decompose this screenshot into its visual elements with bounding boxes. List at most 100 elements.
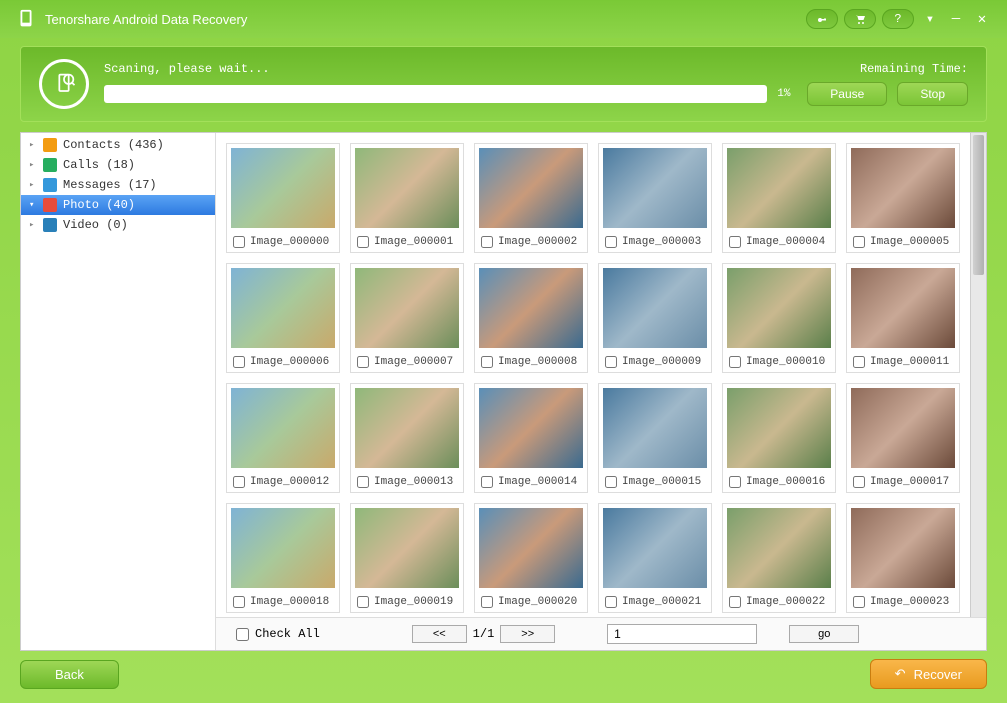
photo-thumb[interactable]: Image_000003: [598, 143, 712, 253]
scrollbar[interactable]: [970, 133, 986, 617]
prev-page-button[interactable]: <<: [412, 625, 467, 643]
thumb-checkbox[interactable]: [853, 236, 865, 248]
photo-thumb[interactable]: Image_000017: [846, 383, 960, 493]
thumb-filename: Image_000018: [250, 596, 329, 608]
sidebar-item-1[interactable]: ▸Calls (18): [21, 155, 215, 175]
thumb-checkbox[interactable]: [729, 356, 741, 368]
minimize-button[interactable]: —: [946, 9, 966, 29]
sidebar-item-label: Photo (40): [63, 198, 135, 212]
thumb-checkbox[interactable]: [729, 236, 741, 248]
title-controls: ? ▾ — ✕: [806, 9, 992, 29]
category-icon: [43, 198, 57, 212]
check-all[interactable]: Check All: [236, 627, 320, 641]
thumb-checkbox[interactable]: [853, 356, 865, 368]
sidebar-item-2[interactable]: ▸Messages (17): [21, 175, 215, 195]
footer: Back ↶ Recover: [20, 659, 987, 689]
next-page-button[interactable]: >>: [500, 625, 555, 643]
photo-thumb[interactable]: Image_000007: [350, 263, 464, 373]
thumb-image: [355, 388, 459, 468]
dropdown-icon[interactable]: ▾: [920, 9, 940, 29]
remaining-time-label: Remaining Time:: [860, 62, 968, 76]
help-button[interactable]: ?: [882, 9, 914, 29]
thumb-checkbox[interactable]: [605, 356, 617, 368]
thumb-filename: Image_000006: [250, 356, 329, 368]
thumb-checkbox[interactable]: [233, 356, 245, 368]
photo-thumb[interactable]: Image_000018: [226, 503, 340, 613]
thumb-image: [603, 268, 707, 348]
thumb-checkbox[interactable]: [357, 236, 369, 248]
page-display: 1/1: [473, 627, 495, 641]
back-button[interactable]: Back: [20, 660, 119, 689]
category-icon: [43, 178, 57, 192]
category-icon: [43, 218, 57, 232]
thumb-filename: Image_000003: [622, 236, 701, 248]
sidebar-item-0[interactable]: ▸ Contacts (436): [21, 135, 215, 155]
thumb-checkbox[interactable]: [357, 596, 369, 608]
thumb-image: [603, 508, 707, 588]
category-icon: [43, 158, 57, 172]
sidebar-item-4[interactable]: ▸Video (0): [21, 215, 215, 235]
stop-button[interactable]: Stop: [897, 82, 968, 106]
thumb-checkbox[interactable]: [853, 476, 865, 488]
thumb-image: [851, 268, 955, 348]
thumb-filename: Image_000015: [622, 476, 701, 488]
photo-thumb[interactable]: Image_000014: [474, 383, 588, 493]
scrollbar-thumb[interactable]: [973, 135, 984, 275]
thumb-checkbox[interactable]: [729, 596, 741, 608]
page-input[interactable]: [607, 624, 757, 644]
photo-thumb[interactable]: Image_000005: [846, 143, 960, 253]
thumb-checkbox[interactable]: [357, 476, 369, 488]
photo-thumb[interactable]: Image_000002: [474, 143, 588, 253]
pause-button[interactable]: Pause: [807, 82, 887, 106]
close-button[interactable]: ✕: [972, 9, 992, 29]
photo-thumb[interactable]: Image_000016: [722, 383, 836, 493]
thumb-image: [355, 148, 459, 228]
thumb-filename: Image_000002: [498, 236, 577, 248]
photo-thumb[interactable]: Image_000004: [722, 143, 836, 253]
thumb-checkbox[interactable]: [729, 476, 741, 488]
app-logo-icon: [15, 8, 37, 30]
photo-thumb[interactable]: Image_000006: [226, 263, 340, 373]
thumb-checkbox[interactable]: [605, 596, 617, 608]
photo-thumb[interactable]: Image_000010: [722, 263, 836, 373]
photo-thumb[interactable]: Image_000000: [226, 143, 340, 253]
thumb-checkbox[interactable]: [481, 356, 493, 368]
thumb-checkbox[interactable]: [233, 236, 245, 248]
photo-thumb[interactable]: Image_000020: [474, 503, 588, 613]
thumb-checkbox[interactable]: [233, 476, 245, 488]
cart-button[interactable]: [844, 9, 876, 29]
thumb-filename: Image_000010: [746, 356, 825, 368]
go-button[interactable]: go: [789, 625, 859, 643]
thumb-checkbox[interactable]: [605, 236, 617, 248]
photo-thumb[interactable]: Image_000019: [350, 503, 464, 613]
thumb-checkbox[interactable]: [233, 596, 245, 608]
sidebar-item-label: Contacts (436): [63, 138, 164, 152]
photo-thumb[interactable]: Image_000021: [598, 503, 712, 613]
thumb-checkbox[interactable]: [853, 596, 865, 608]
thumb-checkbox[interactable]: [481, 596, 493, 608]
photo-thumb[interactable]: Image_000011: [846, 263, 960, 373]
thumb-checkbox[interactable]: [605, 476, 617, 488]
check-all-checkbox[interactable]: [236, 628, 249, 641]
photo-thumb[interactable]: Image_000022: [722, 503, 836, 613]
chevron-icon: ▸: [29, 140, 34, 150]
photo-thumb[interactable]: Image_000001: [350, 143, 464, 253]
thumb-checkbox[interactable]: [481, 476, 493, 488]
key-button[interactable]: [806, 9, 838, 29]
thumb-image: [727, 508, 831, 588]
thumb-checkbox[interactable]: [357, 356, 369, 368]
thumb-image: [479, 388, 583, 468]
photo-thumb[interactable]: Image_000012: [226, 383, 340, 493]
sidebar-item-3[interactable]: ▾Photo (40): [21, 195, 215, 215]
recover-button[interactable]: ↶ Recover: [870, 659, 987, 689]
thumb-image: [231, 268, 335, 348]
photo-thumb[interactable]: Image_000023: [846, 503, 960, 613]
photo-thumb[interactable]: Image_000008: [474, 263, 588, 373]
photo-thumb[interactable]: Image_000009: [598, 263, 712, 373]
photo-thumb[interactable]: Image_000015: [598, 383, 712, 493]
thumb-filename: Image_000012: [250, 476, 329, 488]
thumb-image: [603, 148, 707, 228]
bottom-bar: Check All << 1/1 >> go: [216, 617, 986, 650]
thumb-checkbox[interactable]: [481, 236, 493, 248]
photo-thumb[interactable]: Image_000013: [350, 383, 464, 493]
